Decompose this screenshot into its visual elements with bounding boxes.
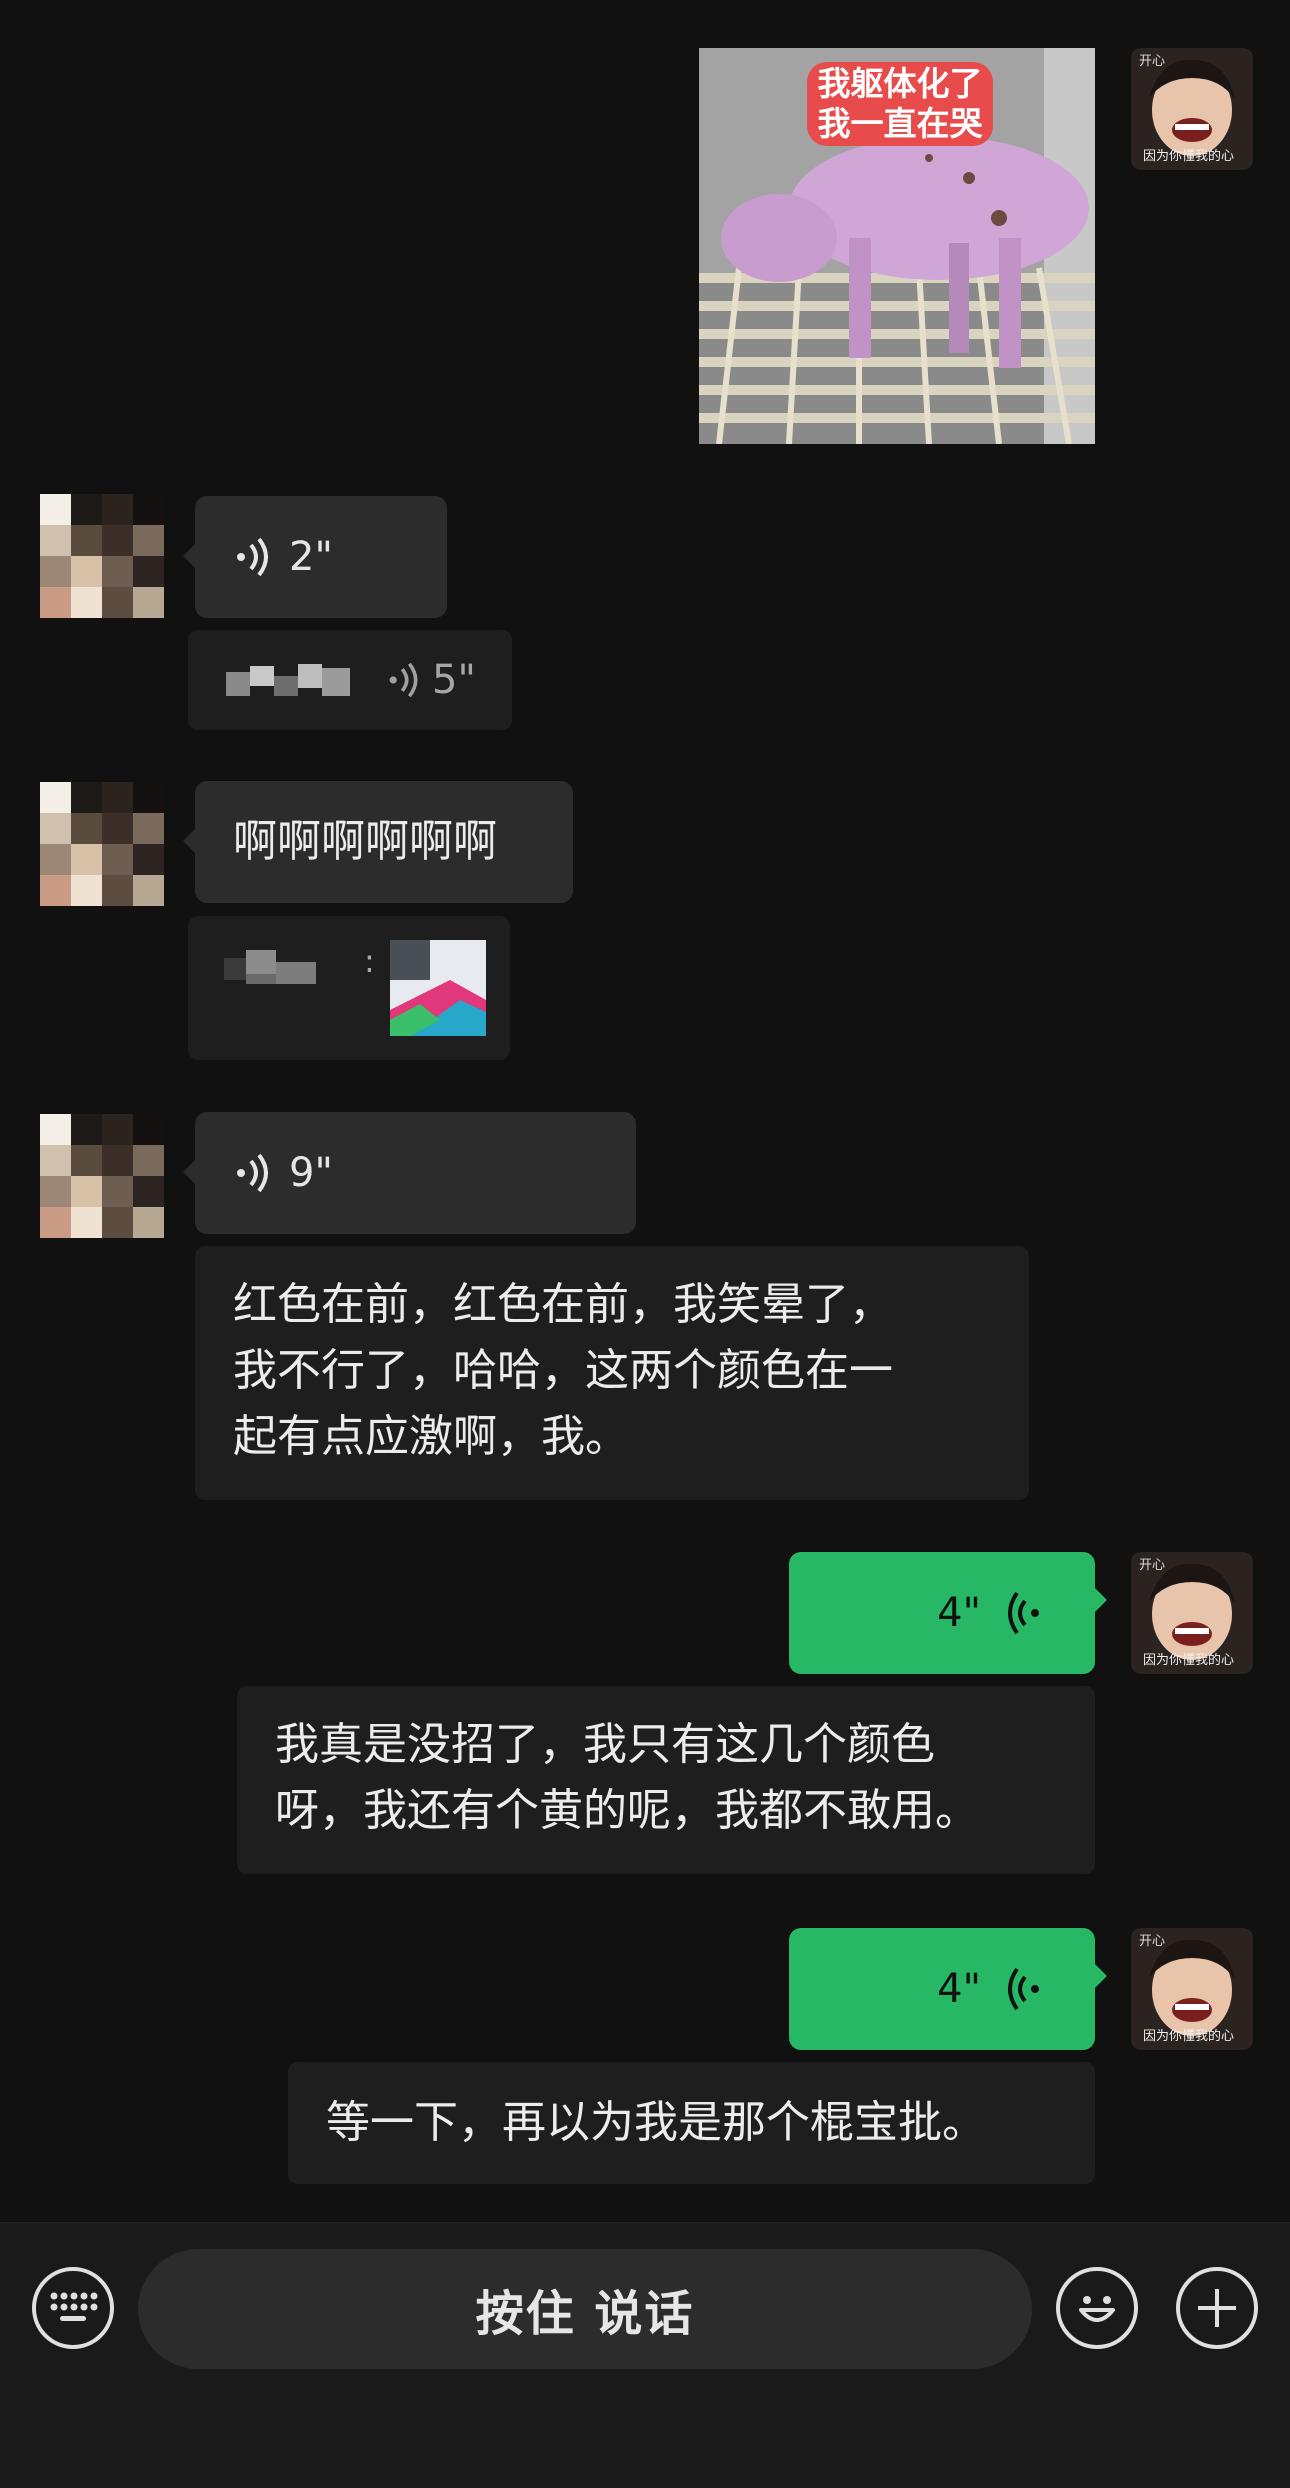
keyboard-icon bbox=[50, 2292, 98, 2321]
more-actions-button[interactable] bbox=[1176, 2267, 1258, 2349]
transcript-line: 呀，我还有个黄的呢，我都不敢用。 bbox=[275, 1785, 979, 1836]
voice-wave-icon bbox=[237, 537, 268, 577]
transcript-line: 我不行了，哈哈，这两个颜色在一 bbox=[233, 1345, 893, 1396]
message-text: 啊啊啊啊啊啊 bbox=[233, 816, 497, 867]
transcript-line: 我真是没招了，我只有这几个颜色 bbox=[275, 1719, 935, 1770]
avatar-top-text: 开心 bbox=[1139, 1934, 1166, 1949]
voice-wave-icon bbox=[237, 1153, 268, 1193]
avatar-bottom-text: 因为你懂我的心 bbox=[1143, 149, 1235, 164]
quoted-thumbnail bbox=[390, 940, 486, 1036]
avatar-bottom-text: 因为你懂我的心 bbox=[1143, 1653, 1235, 1668]
sent-voice-message[interactable]: 4" bbox=[789, 1928, 1107, 2050]
voice-message[interactable]: 9" bbox=[183, 1112, 636, 1234]
voice-wave-icon bbox=[1008, 1967, 1039, 2011]
peer-avatar[interactable] bbox=[40, 782, 164, 906]
blurred-name bbox=[226, 664, 350, 696]
voice-transcript[interactable]: 我真是没招了，我只有这几个颜色 呀，我还有个黄的呢，我都不敢用。 bbox=[237, 1686, 1095, 1874]
peer-avatar[interactable] bbox=[40, 494, 164, 618]
emoji-button[interactable] bbox=[1056, 2267, 1138, 2349]
meme-caption-line1: 我躯体化了 bbox=[817, 64, 983, 103]
voice-message[interactable]: 2" bbox=[183, 496, 447, 618]
blurred-name bbox=[224, 950, 316, 984]
input-bar: 按住 说话 bbox=[0, 2222, 1290, 2488]
voice-transcript[interactable]: 等一下，再以为我是那个棍宝批。 bbox=[288, 2062, 1095, 2184]
voice-duration: 4" bbox=[937, 1966, 981, 2012]
voice-duration: 2" bbox=[289, 534, 333, 580]
quote-separator: : bbox=[364, 942, 375, 980]
meme-caption-line2: 我一直在哭 bbox=[817, 104, 983, 143]
meme-caption: 我躯体化了 我一直在哭 bbox=[807, 62, 993, 146]
voice-transcript[interactable]: 红色在前，红色在前，我笑晕了， 我不行了，哈哈，这两个颜色在一 起有点应激啊，我… bbox=[195, 1246, 1029, 1500]
plus-icon bbox=[1198, 2289, 1236, 2327]
transcript-line: 等一下，再以为我是那个棍宝批。 bbox=[326, 2097, 986, 2148]
avatar-top-text: 开心 bbox=[1139, 54, 1166, 69]
avatar-bottom-text: 因为你懂我的心 bbox=[1143, 2029, 1235, 2044]
quoted-image-message[interactable]: : bbox=[188, 916, 510, 1060]
sent-image-message[interactable]: 我躯体化了 我一直在哭 bbox=[699, 48, 1095, 444]
text-message[interactable]: 啊啊啊啊啊啊 bbox=[183, 781, 573, 903]
transcript-line: 起有点应激啊，我。 bbox=[233, 1411, 629, 1462]
sent-voice-message[interactable]: 4" bbox=[789, 1552, 1107, 1674]
quoted-voice-message[interactable]: 5" bbox=[188, 630, 512, 730]
quoted-voice-duration: 5" bbox=[432, 657, 476, 703]
voice-wave-icon bbox=[389, 662, 418, 698]
hold-to-talk-label: 按住 说话 bbox=[475, 2286, 695, 2342]
keyboard-toggle-button[interactable] bbox=[32, 2267, 114, 2349]
hold-to-talk-button[interactable]: 按住 说话 bbox=[138, 2249, 1032, 2369]
self-avatar[interactable]: 开心 因为你懂我的心 bbox=[1131, 1928, 1253, 2050]
emoji-icon bbox=[1079, 2296, 1115, 2322]
self-avatar[interactable]: 开心 因为你懂我的心 bbox=[1131, 48, 1253, 170]
self-avatar[interactable]: 开心 因为你懂我的心 bbox=[1131, 1552, 1253, 1674]
peer-avatar[interactable] bbox=[40, 1114, 164, 1238]
avatar-top-text: 开心 bbox=[1139, 1558, 1166, 1573]
voice-duration: 4" bbox=[937, 1590, 981, 1636]
voice-wave-icon bbox=[1008, 1591, 1039, 1635]
voice-duration: 9" bbox=[289, 1150, 333, 1196]
transcript-line: 红色在前，红色在前，我笑晕了， bbox=[233, 1279, 893, 1330]
